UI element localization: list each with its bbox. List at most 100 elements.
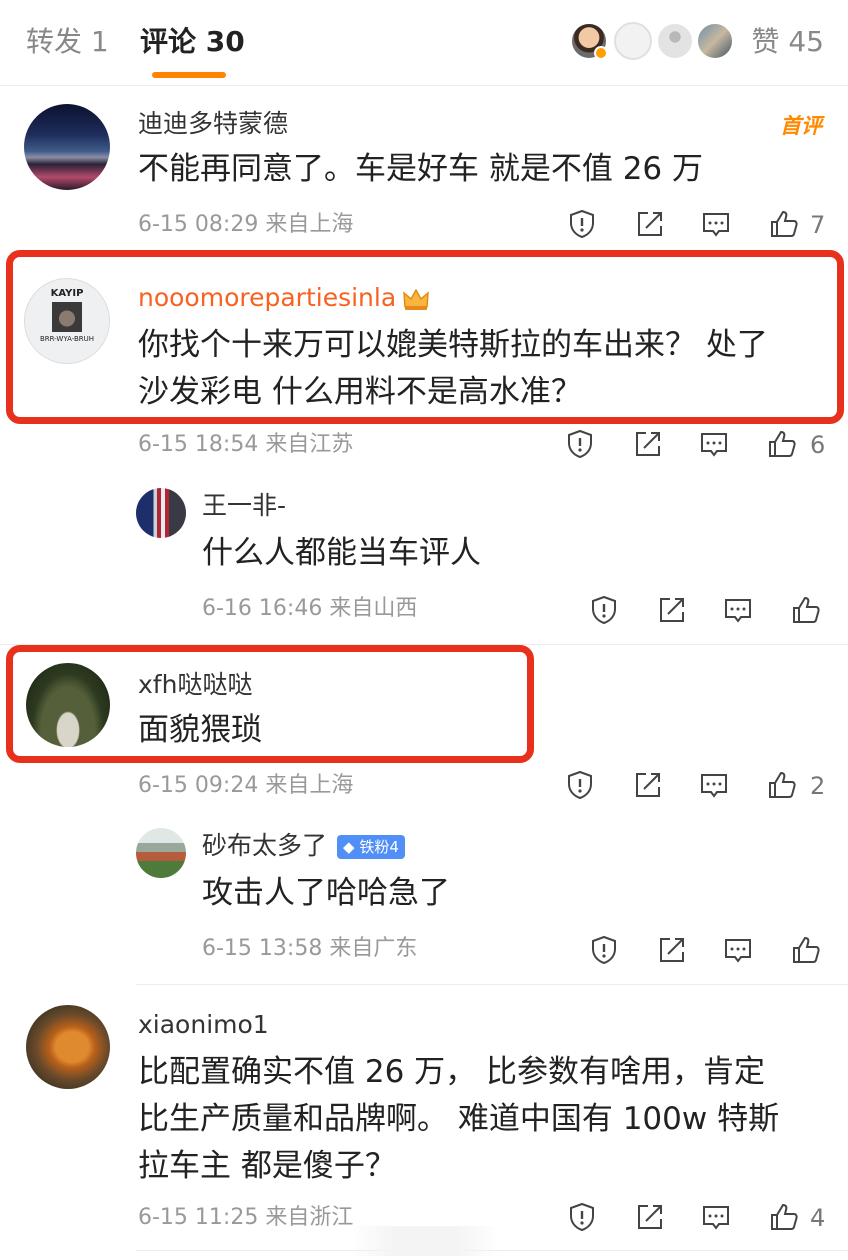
crown-icon [403, 288, 430, 310]
tab-comments[interactable]: 评论 30 [140, 24, 245, 60]
comment-icon[interactable] [700, 1201, 732, 1233]
comment-text: 你找个十来万可以媲美特斯拉的车出来？ 处了 沙发彩电 什么用料不是高水准？ [138, 322, 828, 416]
location: 来自浙江 [265, 1205, 354, 1230]
repost-icon[interactable] [632, 428, 664, 460]
timestamp: 6-16 16:46 [202, 596, 323, 621]
comment-text-line: 面貌猥琐 [138, 712, 262, 748]
thumbs-up-icon[interactable] [790, 934, 822, 966]
comment-text-line: 沙发彩电 什么用料不是高水准？ [138, 374, 582, 410]
tab-repost[interactable]: 转发 1 [26, 24, 109, 60]
avatar[interactable] [26, 663, 110, 747]
location: 来自上海 [265, 773, 354, 798]
report-icon[interactable] [588, 594, 620, 626]
verified-badge-icon [594, 46, 608, 60]
comment-text: 攻击人了哈哈急了 [202, 870, 848, 917]
comment-text: 不能再同意了。车是好车 就是不值 26 万 [138, 146, 828, 193]
tab-bar: 转发 1 评论 30 赞 45 [0, 0, 848, 86]
username-text: nooomorepartiesinla [138, 283, 397, 312]
username[interactable]: 砂布太多了 ◆ 铁粉4 [202, 830, 405, 862]
reply-item: 砂布太多了 ◆ 铁粉4 攻击人了哈哈急了 6-15 13:58 来自广东 [0, 810, 848, 984]
comment-icon[interactable] [698, 428, 730, 460]
username[interactable]: 王一非- [202, 490, 286, 522]
tab-likes[interactable]: 赞 45 [751, 24, 824, 60]
repost-icon[interactable] [632, 769, 664, 801]
repost-icon[interactable] [634, 1201, 666, 1233]
liker-avatar [614, 22, 652, 60]
comment-text-line: 比生产质量和品牌啊。 难道中国有 100w 特斯 [138, 1101, 780, 1137]
comment-item: xiaonimo1 比配置确实不值 26 万， 比参数有啥用，肯定 比生产质量和… [0, 985, 848, 1247]
comment-text-line: 比配置确实不值 26 万， 比参数有啥用，肯定 [138, 1054, 766, 1090]
avatar[interactable] [26, 1005, 110, 1089]
comment-icon[interactable] [698, 769, 730, 801]
report-icon[interactable] [564, 769, 596, 801]
repost-icon[interactable] [634, 208, 666, 240]
location: 来自上海 [265, 212, 354, 237]
username[interactable]: xiaonimo1 [138, 1009, 269, 1041]
avatar-poster-caption: BRR-WYA-BRUH [39, 335, 95, 343]
report-icon[interactable] [588, 934, 620, 966]
thumbs-up-icon[interactable] [768, 208, 800, 240]
location: 来自广东 [329, 936, 418, 961]
avatar[interactable]: KAYIP BRR-WYA-BRUH [24, 278, 110, 364]
fan-badge: ◆ 铁粉4 [337, 835, 405, 859]
comment-icon[interactable] [700, 208, 732, 240]
thumbs-up-icon[interactable] [768, 1201, 800, 1233]
timestamp: 6-15 09:24 [138, 773, 259, 798]
comment-icon[interactable] [722, 934, 754, 966]
comment-text-line: 你找个十来万可以媲美特斯拉的车出来？ 处了 [138, 327, 768, 363]
thumbs-up-icon[interactable] [790, 594, 822, 626]
comment-actions: 7 [566, 208, 826, 242]
comment-item: xfh哒哒哒 面貌猥琐 6-15 09:24 来自上海 2 [0, 645, 848, 810]
comment-icon[interactable] [722, 594, 754, 626]
comment-meta: 6-15 18:54 来自江苏 [138, 430, 353, 460]
comment-text-line: 什么人都能当车评人 [202, 535, 481, 571]
avatar[interactable] [24, 104, 110, 190]
timestamp: 6-15 11:25 [138, 1205, 259, 1230]
like-count: 2 [810, 772, 826, 800]
username[interactable]: 迪迪多特蒙德 [138, 108, 288, 140]
comment-actions: 2 [564, 769, 826, 803]
like-count: 6 [810, 431, 826, 459]
report-icon[interactable] [566, 1201, 598, 1233]
comment-item: 迪迪多特蒙德 首评 不能再同意了。车是好车 就是不值 26 万 6-15 08:… [0, 86, 848, 250]
repost-icon[interactable] [656, 934, 688, 966]
comment-text: 什么人都能当车评人 [202, 530, 848, 577]
like-count: 7 [810, 211, 826, 239]
timestamp: 6-15 08:29 [138, 212, 259, 237]
location: 来自山西 [329, 596, 418, 621]
comment-meta: 6-15 13:58 来自广东 [202, 934, 417, 964]
avatar[interactable] [136, 488, 186, 538]
diamond-icon: ◆ [343, 838, 355, 856]
avatar[interactable] [136, 828, 186, 878]
thumbs-up-icon[interactable] [766, 428, 798, 460]
comment-meta: 6-15 08:29 来自上海 [138, 210, 353, 240]
avatar-poster-face [52, 302, 82, 332]
comment-meta: 6-15 11:25 来自浙江 [138, 1203, 353, 1233]
repost-icon[interactable] [656, 594, 688, 626]
comment-actions [588, 934, 828, 968]
timestamp: 6-15 13:58 [202, 936, 323, 961]
comment-meta: 6-15 09:24 来自上海 [138, 771, 353, 801]
watermark-blur [350, 1226, 500, 1256]
active-tab-indicator [152, 72, 226, 78]
comment-actions: 4 [566, 1201, 828, 1235]
reply-item: 王一非- 什么人都能当车评人 6-16 16:46 来自山西 [0, 470, 848, 644]
thumbs-up-icon[interactable] [766, 769, 798, 801]
comment-actions [588, 594, 828, 628]
location: 来自江苏 [265, 432, 354, 457]
comment-meta: 6-16 16:46 来自山西 [202, 594, 417, 624]
comment-text-line: 拉车主 都是傻子？ [138, 1148, 396, 1184]
report-icon[interactable] [566, 208, 598, 240]
username[interactable]: nooomorepartiesinla [138, 282, 430, 314]
username-text: 砂布太多了 [202, 831, 328, 860]
comment-text: 比配置确实不值 26 万， 比参数有啥用，肯定 比生产质量和品牌啊。 难道中国有… [138, 1049, 828, 1190]
comment-item: KAYIP BRR-WYA-BRUH nooomorepartiesinla 你… [0, 250, 848, 470]
comment-text: 面貌猥琐 [138, 707, 828, 754]
comment-text-line: 不能再同意了。车是好车 就是不值 26 万 [138, 151, 704, 187]
first-comment-badge: 首评 [780, 114, 822, 138]
comment-text-line: 攻击人了哈哈急了 [202, 875, 450, 911]
username[interactable]: xfh哒哒哒 [138, 669, 252, 701]
comment-actions: 6 [564, 428, 826, 462]
report-icon[interactable] [564, 428, 596, 460]
liker-avatar [696, 22, 734, 60]
